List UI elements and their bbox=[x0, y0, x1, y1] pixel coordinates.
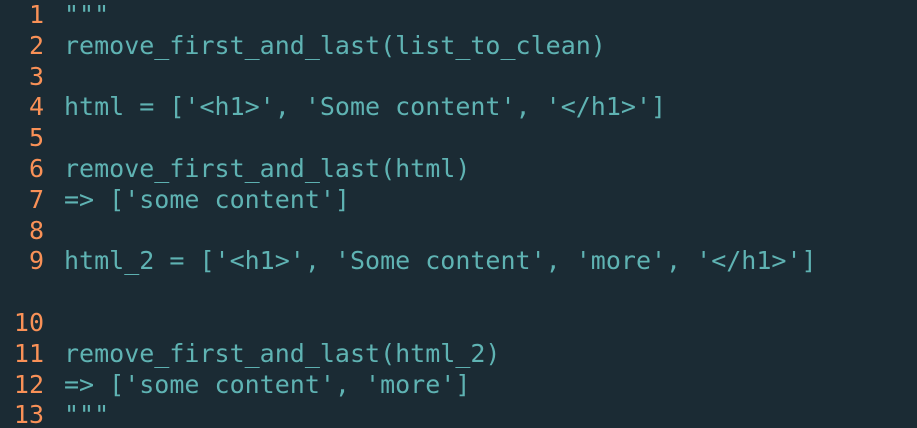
code-line[interactable]: 4 html = ['<h1>', 'Some content', '</h1>… bbox=[0, 92, 917, 123]
code-line[interactable]: 10 bbox=[0, 308, 917, 339]
line-number: 8 bbox=[28, 215, 44, 245]
code-text[interactable]: => ['some content'] bbox=[64, 185, 900, 216]
line-number: 9 bbox=[28, 246, 44, 276]
code-text[interactable]: """ bbox=[64, 0, 900, 31]
line-number: 2 bbox=[28, 30, 44, 60]
code-text[interactable]: remove_first_and_last(list_to_clean) bbox=[64, 31, 900, 62]
line-number: 5 bbox=[28, 123, 44, 153]
code-line[interactable]: 8 bbox=[0, 216, 917, 247]
code-text[interactable]: """ bbox=[64, 400, 900, 428]
code-line[interactable]: 6 remove_first_and_last(html) bbox=[0, 154, 917, 185]
line-number: 7 bbox=[28, 184, 44, 214]
code-line[interactable]: 13 """ bbox=[0, 400, 917, 428]
line-number: 3 bbox=[28, 61, 44, 91]
code-text[interactable]: => ['some content', 'more'] bbox=[64, 370, 900, 401]
code-line[interactable]: 12 => ['some content', 'more'] bbox=[0, 370, 917, 401]
code-line[interactable]: 11 remove_first_and_last(html_2) bbox=[0, 339, 917, 370]
line-number: 4 bbox=[28, 92, 44, 122]
line-number: 13 bbox=[13, 400, 44, 428]
code-line[interactable]: 5 bbox=[0, 123, 917, 154]
code-line[interactable]: 1 """ bbox=[0, 0, 917, 31]
code-text[interactable]: remove_first_and_last(html) bbox=[64, 154, 900, 185]
code-line[interactable]: 3 bbox=[0, 62, 917, 93]
code-line[interactable]: 7 => ['some content'] bbox=[0, 185, 917, 216]
code-editor[interactable]: 1 """ 2 remove_first_and_last(list_to_cl… bbox=[0, 0, 917, 428]
code-line[interactable]: 9 html_2 = ['<h1>', 'Some content', 'mor… bbox=[0, 246, 917, 308]
code-text[interactable]: html_2 = ['<h1>', 'Some content', 'more'… bbox=[64, 246, 900, 277]
code-text[interactable]: remove_first_and_last(html_2) bbox=[64, 339, 900, 370]
code-line[interactable]: 2 remove_first_and_last(list_to_clean) bbox=[0, 31, 917, 62]
line-number: 6 bbox=[28, 153, 44, 183]
code-text[interactable]: html = ['<h1>', 'Some content', '</h1>'] bbox=[64, 92, 900, 123]
line-number: 12 bbox=[13, 369, 44, 399]
line-number: 10 bbox=[13, 307, 44, 337]
line-number: 11 bbox=[13, 338, 44, 368]
line-number: 1 bbox=[28, 0, 44, 29]
code-area[interactable]: 1 """ 2 remove_first_and_last(list_to_cl… bbox=[0, 0, 917, 428]
